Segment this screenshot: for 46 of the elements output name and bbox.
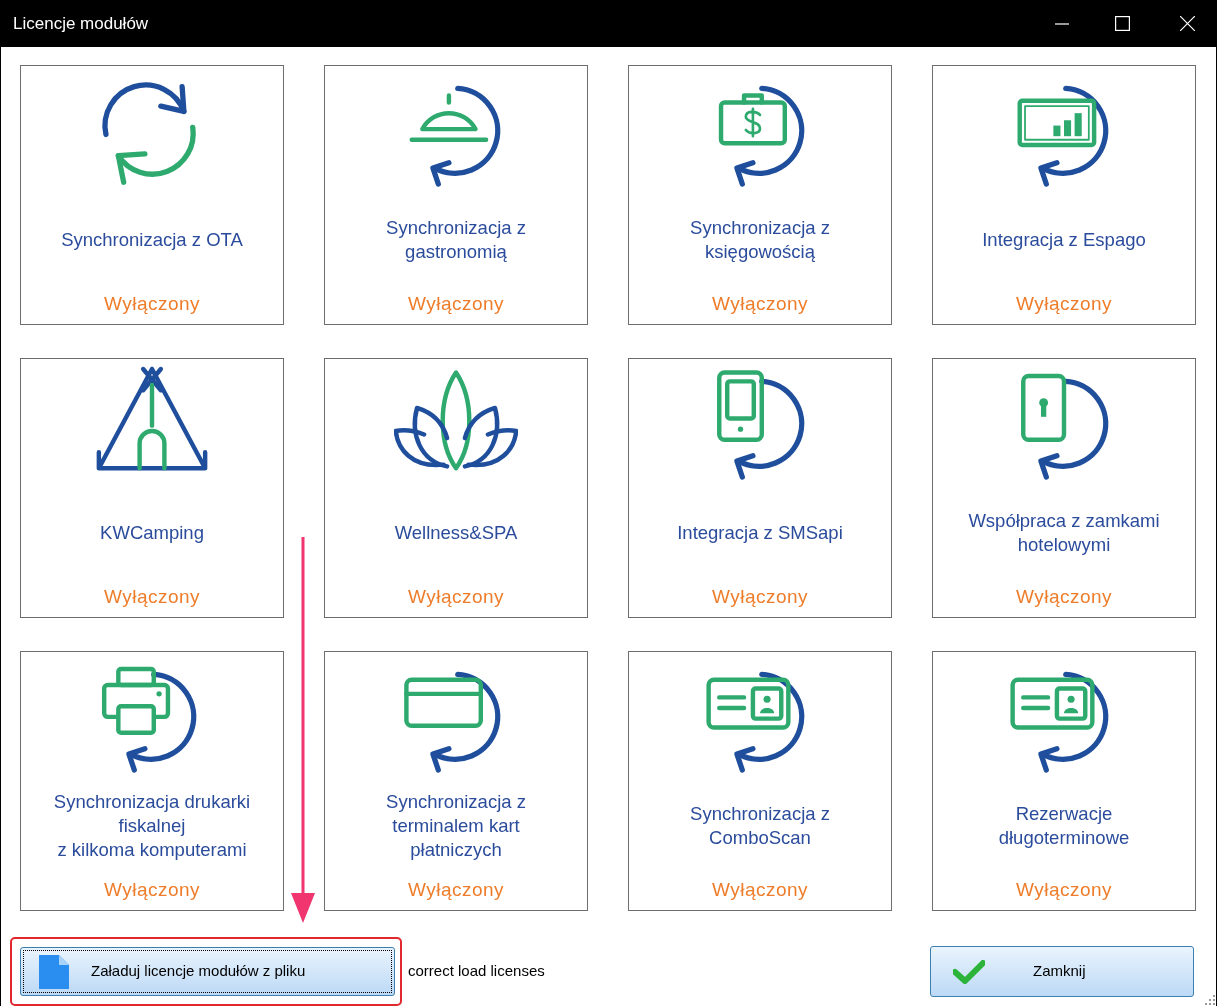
module-status: Wyłączony bbox=[711, 877, 809, 902]
module-status: Wyłączony bbox=[103, 877, 201, 902]
module-status: Wyłączony bbox=[711, 584, 809, 609]
module-tile[interactable]: Synchronizacja z księgowością Wyłączony bbox=[628, 65, 892, 325]
module-tile[interactable]: Synchronizacja drukarki fiskalnej z kilkoma komputerami Wyłączony bbox=[20, 651, 284, 911]
module-status: Wyłączony bbox=[103, 584, 201, 609]
module-status: Wyłączony bbox=[1015, 291, 1113, 316]
minimize-icon bbox=[1055, 22, 1069, 25]
module-title: Synchronizacja z gastronomią bbox=[386, 215, 526, 264]
module-tile[interactable]: Integracja z SMSapi Wyłączony bbox=[628, 358, 892, 618]
module-title: Rezerwacje długoterminowe bbox=[998, 801, 1130, 850]
module-status: Wyłączony bbox=[407, 877, 505, 902]
module-title: Synchronizacja z księgowością bbox=[690, 215, 830, 264]
maximize-icon bbox=[1114, 16, 1130, 31]
module-status: Wyłączony bbox=[407, 291, 505, 316]
module-tile[interactable]: Synchronizacja z ComboScan Wyłączony bbox=[628, 651, 892, 911]
module-tile[interactable]: KWCamping Wyłączony bbox=[20, 358, 284, 618]
module-title: Synchronizacja z terminalem kart płatniczych bbox=[386, 789, 526, 862]
module-tile[interactable]: Wellness&SPA Wyłączony bbox=[324, 358, 588, 618]
close-dialog-button[interactable]: Zamknij bbox=[930, 946, 1194, 997]
module-title: Wellness&SPA bbox=[394, 520, 518, 545]
module-tile[interactable]: Synchronizacja z gastronomią Wyłączony bbox=[324, 65, 588, 325]
load-licenses-button[interactable]: Załaduj licencje modułów z pliku bbox=[20, 947, 395, 996]
window-title: Licencje modułów bbox=[13, 12, 149, 35]
module-status: Wyłączony bbox=[1015, 877, 1113, 902]
module-title: Synchronizacja drukarki fiskalnej z kilkoma komputerami bbox=[53, 789, 251, 862]
close-icon bbox=[1179, 16, 1195, 31]
document-icon bbox=[39, 954, 69, 989]
module-status: Wyłączony bbox=[103, 291, 201, 316]
module-title: Integracja z Espago bbox=[982, 227, 1146, 252]
module-title: KWCamping bbox=[100, 520, 204, 545]
module-title: Integracja z SMSapi bbox=[677, 520, 843, 545]
module-status: Wyłączony bbox=[1015, 584, 1113, 609]
module-title: Synchronizacja z ComboScan bbox=[690, 801, 830, 850]
checkmark-icon bbox=[953, 959, 985, 984]
module-tile[interactable]: Współpraca z zamkami hotelowymi Wyłączony bbox=[932, 358, 1196, 618]
module-status: Wyłączony bbox=[711, 291, 809, 316]
status-message: correct load licenses bbox=[408, 961, 545, 982]
module-tile[interactable]: Synchronizacja z OTA Wyłączony bbox=[20, 65, 284, 325]
module-title: Synchronizacja z OTA bbox=[61, 227, 243, 252]
module-status: Wyłączony bbox=[407, 584, 505, 609]
module-title: Współpraca z zamkami hotelowymi bbox=[968, 508, 1160, 557]
module-tile[interactable]: Synchronizacja z terminalem kart płatniczych Wyłączony bbox=[324, 651, 588, 911]
module-tile[interactable]: Rezerwacje długoterminowe Wyłączony bbox=[932, 651, 1196, 911]
resize-grip-icon bbox=[1205, 995, 1215, 1005]
module-tile[interactable]: Integracja z Espago Wyłączony bbox=[932, 65, 1196, 325]
